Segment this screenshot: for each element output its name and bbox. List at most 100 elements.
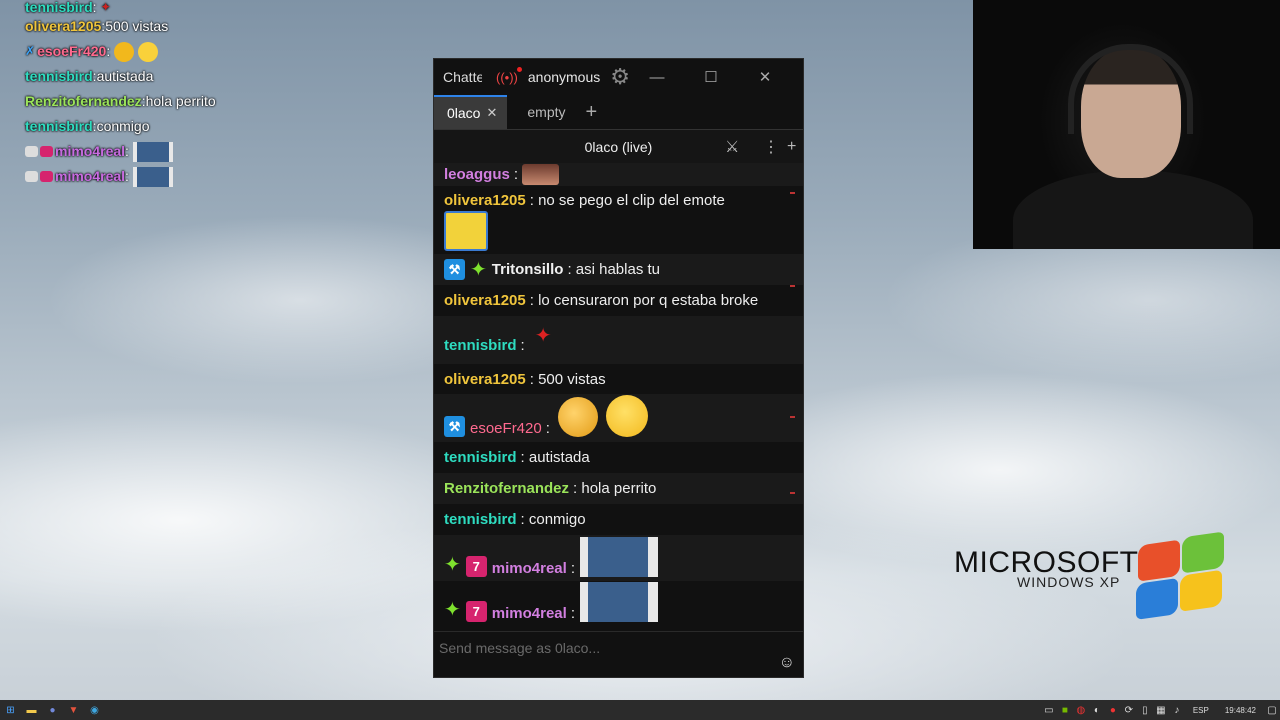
username[interactable]: olivera1205 bbox=[444, 292, 526, 309]
username[interactable]: mimo4real bbox=[492, 560, 567, 577]
close-window-button[interactable]: ✕ bbox=[738, 68, 792, 86]
sparkle-badge-icon: ✦ bbox=[470, 259, 487, 281]
windows-flag-icon bbox=[1132, 531, 1224, 625]
username[interactable]: tennisbird bbox=[444, 337, 517, 354]
add-tab-button[interactable]: + bbox=[576, 95, 598, 129]
overlay-line: tennisbird: autistada bbox=[25, 64, 365, 89]
brave-browser-icon[interactable]: ▼ bbox=[63, 700, 84, 720]
username[interactable]: tennisbird bbox=[444, 449, 517, 466]
chat-message: olivera1205: 500 vistas bbox=[444, 370, 606, 388]
more-options-icon[interactable]: ⋮ bbox=[763, 137, 779, 157]
overlay-message: conmigo bbox=[96, 118, 150, 134]
overlay-line: tennisbird: conmigo bbox=[25, 114, 365, 139]
minimize-button[interactable]: — bbox=[630, 69, 684, 86]
notifications-icon[interactable]: ▢ bbox=[1264, 700, 1280, 720]
username[interactable]: leoaggus bbox=[444, 166, 510, 183]
nvidia-icon[interactable]: ■ bbox=[1057, 700, 1073, 720]
username[interactable]: olivera1205 bbox=[444, 192, 526, 209]
tray-app-icon[interactable]: ▭ bbox=[1041, 700, 1057, 720]
tray-record-icon[interactable]: ◍ bbox=[1073, 700, 1089, 720]
tray-app-icon[interactable]: ● bbox=[1105, 700, 1121, 720]
emoji-picker-icon[interactable]: ☺ bbox=[779, 654, 795, 672]
overlay-username: esoeFr420 bbox=[37, 43, 107, 59]
message-text: conmigo bbox=[528, 511, 586, 528]
username[interactable]: esoeFr420 bbox=[470, 420, 542, 437]
channel-title[interactable]: 0laco (live) bbox=[434, 139, 803, 155]
image-emote-icon bbox=[132, 141, 173, 162]
discord-icon[interactable]: ● bbox=[42, 700, 63, 720]
webcam-feed bbox=[973, 0, 1280, 249]
chat-message: ⚒ esoeFr420: bbox=[434, 394, 803, 442]
sub-badge-icon bbox=[40, 171, 53, 182]
overlay-username: mimo4real bbox=[55, 143, 126, 159]
message-text: asi hablas tu bbox=[575, 261, 661, 278]
overlay-message: 500 vistas bbox=[105, 18, 169, 34]
username[interactable]: tennisbird bbox=[444, 511, 517, 528]
spongebob-emote-icon bbox=[444, 211, 488, 251]
overlay-line: tennisbird: ✦ bbox=[25, 0, 111, 15]
file-explorer-icon[interactable]: ▬ bbox=[21, 700, 42, 720]
lips-emote-icon bbox=[522, 164, 560, 185]
system-tray: ▭ ■ ◍ ◐ ● ⟳ ▯ ▦ ♪ ESP 19:48:42 ▢ bbox=[1041, 700, 1280, 720]
moderation-sword-icon[interactable]: ⚔ bbox=[725, 137, 739, 157]
add-split-icon[interactable]: + bbox=[787, 138, 796, 156]
network-icon[interactable]: ▦ bbox=[1153, 700, 1169, 720]
tab-label: empty bbox=[527, 104, 566, 120]
account-switcher[interactable]: anonymous bbox=[528, 69, 600, 85]
maximize-button[interactable]: ☐ bbox=[684, 68, 738, 86]
chat-message: tennisbird: conmigo bbox=[444, 511, 586, 528]
windows-xp-wordmark: WINDOWS XP bbox=[1017, 574, 1121, 590]
sub-badge-icon: 7 bbox=[465, 556, 487, 577]
chat-message: olivera1205: no se pego el clip del emot… bbox=[434, 186, 803, 254]
sparkle-badge-icon: ✦ bbox=[444, 554, 461, 576]
username[interactable]: Tritonsillo bbox=[492, 261, 564, 278]
settings-gear-icon[interactable]: ⚙ bbox=[610, 64, 630, 90]
chat-window: Chatterino ((•)) anonymous ⚙ — ☐ ✕ 0laco… bbox=[433, 58, 804, 678]
overlay-username: mimo4real bbox=[55, 168, 126, 184]
clock[interactable]: 19:48:42 bbox=[1225, 706, 1256, 715]
message-text: autistada bbox=[528, 449, 590, 466]
image-emote-icon bbox=[579, 537, 658, 577]
tab-label: 0laco bbox=[447, 105, 481, 121]
tab-0laco[interactable]: 0laco ✕ bbox=[434, 95, 508, 129]
sparkle-badge-icon: ✦ bbox=[444, 599, 461, 621]
close-tab-icon[interactable]: ✕ bbox=[486, 105, 497, 121]
app-title: Chatterino bbox=[443, 69, 482, 85]
chat-message: ⚒ ✦ Tritonsillo: asi hablas tu bbox=[434, 254, 803, 285]
chat-badge-icon bbox=[25, 146, 38, 157]
chat-message: tennisbird: autistada bbox=[444, 449, 590, 466]
start-button-icon[interactable]: ⊞ bbox=[0, 700, 21, 720]
chat-message: tennisbird: ✦ bbox=[434, 316, 803, 364]
tray-app-icon[interactable]: ◐ bbox=[1089, 700, 1105, 720]
chat-message: ✦ 7 mimo4real: bbox=[434, 535, 803, 581]
battery-icon[interactable]: ▯ bbox=[1137, 700, 1153, 720]
message-text: lo censuraron por q estaba broke bbox=[538, 292, 759, 309]
highlight-marker bbox=[790, 416, 795, 418]
overlay-message: autistada bbox=[96, 68, 154, 84]
tab-bar: 0laco ✕ empty + bbox=[434, 95, 803, 129]
windows-xp-logo: MICROSOFT WINDOWS XP bbox=[954, 546, 1139, 590]
sub-badge-icon bbox=[40, 146, 53, 157]
language-indicator[interactable]: ESP bbox=[1193, 706, 1209, 715]
fist-emote-icon bbox=[114, 41, 135, 62]
tab-empty[interactable]: empty bbox=[507, 95, 575, 129]
message-text: no se pego el clip del emote bbox=[538, 192, 725, 209]
live-broadcast-icon[interactable]: ((•)) bbox=[496, 66, 522, 85]
chat-message: Renzitofernandez: hola perrito bbox=[434, 473, 803, 504]
moderator-badge-icon: ✗ bbox=[25, 44, 36, 58]
chatterino-icon[interactable]: ◉ bbox=[84, 700, 105, 720]
laughing-emoji-icon bbox=[605, 395, 648, 437]
overlay-line: ✗ esoeFr420: bbox=[25, 39, 365, 64]
overlay-username: Renzitofernandez bbox=[25, 93, 142, 109]
image-emote-icon bbox=[579, 582, 658, 622]
username[interactable]: olivera1205 bbox=[444, 371, 526, 388]
fist-emote-icon bbox=[557, 397, 598, 437]
username[interactable]: Renzitofernandez bbox=[444, 480, 569, 497]
message-list[interactable]: leoaggus: olivera1205: no se pego el cli… bbox=[434, 163, 803, 633]
pepe-emote-icon: ✦ bbox=[100, 0, 111, 14]
tray-app-icon[interactable]: ⟳ bbox=[1121, 700, 1137, 720]
username[interactable]: mimo4real bbox=[492, 605, 567, 622]
volume-icon[interactable]: ♪ bbox=[1169, 700, 1185, 720]
input-bar: ☺ bbox=[434, 631, 803, 677]
message-input[interactable] bbox=[439, 640, 759, 656]
